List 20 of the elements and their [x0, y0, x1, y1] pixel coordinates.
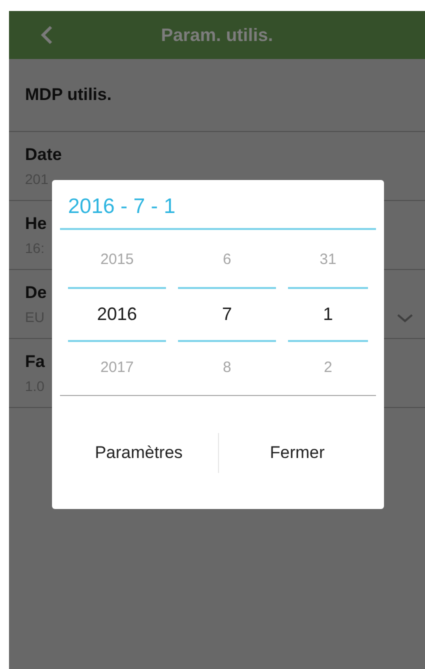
picker-option[interactable]: 2015: [68, 234, 166, 288]
picker-option[interactable]: 31: [288, 234, 368, 288]
chevron-left-icon: [41, 25, 53, 45]
chevron-down-icon: [397, 314, 413, 323]
header-title: Param. utilis.: [160, 24, 274, 46]
picker-option[interactable]: 8: [178, 342, 276, 396]
setting-label: Fa: [25, 350, 45, 372]
picker-option[interactable]: 1: [288, 287, 368, 342]
dialog-button[interactable]: Paramètres: [88, 436, 189, 470]
picker-option[interactable]: 6: [178, 234, 276, 288]
setting-label: Date: [25, 144, 62, 165]
picker-option[interactable]: 7: [178, 287, 276, 342]
setting-label: He: [25, 212, 47, 234]
picker-option[interactable]: 2017: [68, 342, 166, 396]
picker-option[interactable]: 2016: [68, 287, 166, 342]
setting-label: De: [25, 282, 47, 303]
picker-option[interactable]: 2: [288, 342, 368, 396]
setting-label: MDP utilis.: [25, 84, 112, 106]
dialog-button[interactable]: Fermer: [264, 436, 331, 470]
settings-row[interactable]: MDP utilis.: [9, 59, 425, 132]
